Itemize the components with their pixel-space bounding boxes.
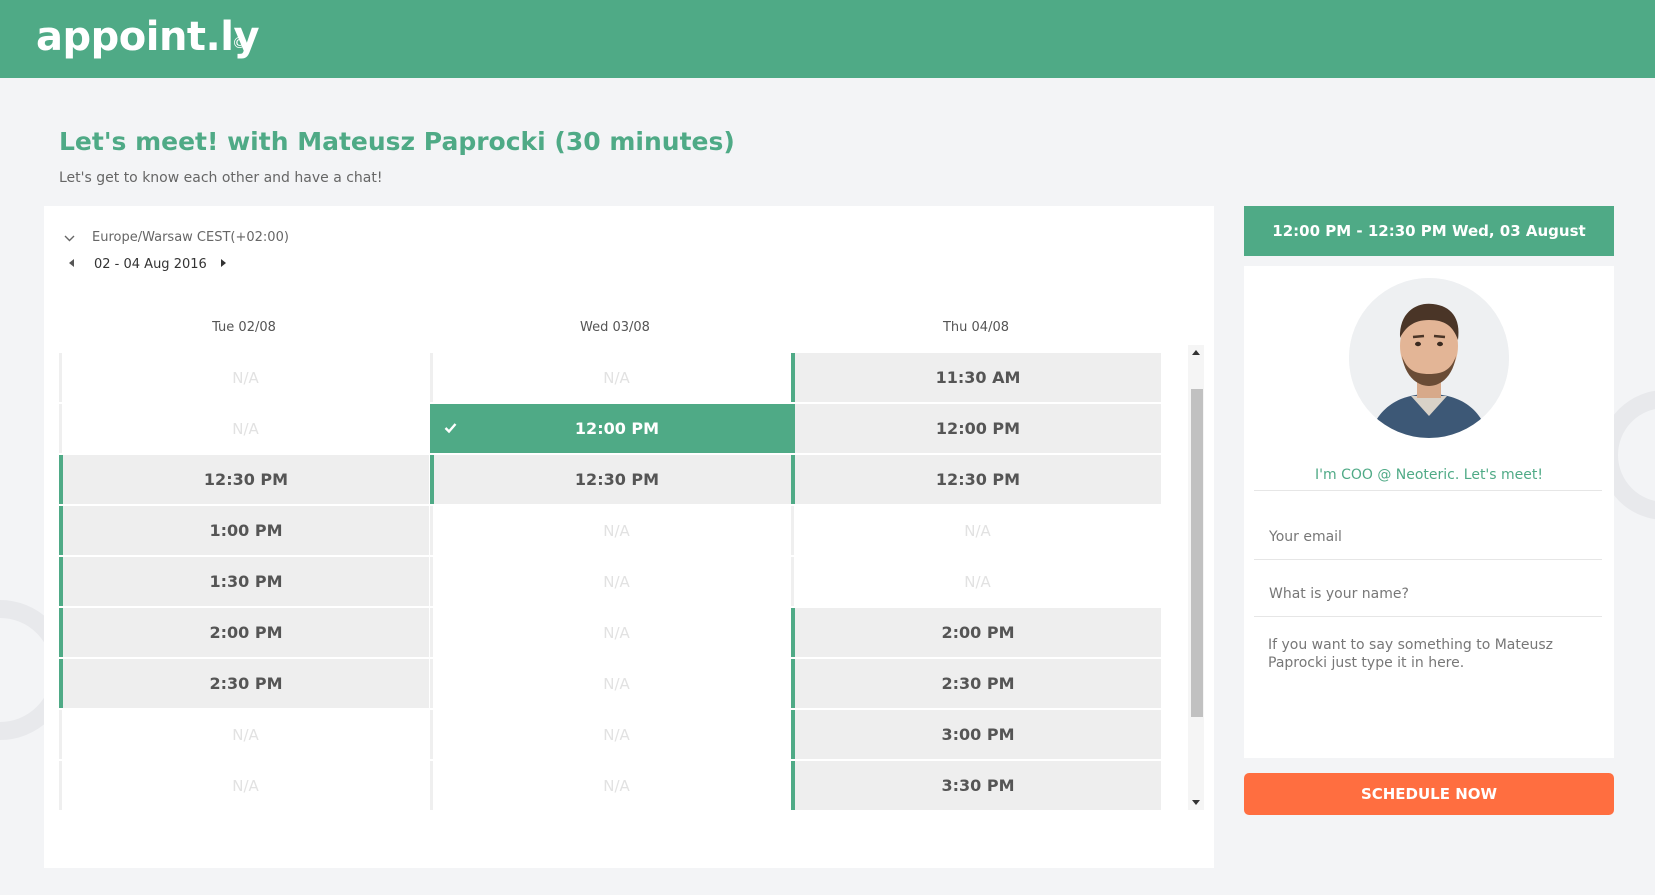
- time-slot-unavailable: N/A: [430, 710, 800, 759]
- time-slot-label: N/A: [964, 572, 991, 591]
- caret-left-icon[interactable]: [69, 259, 74, 270]
- time-slot-label: N/A: [603, 725, 630, 744]
- name-field[interactable]: [1254, 572, 1604, 616]
- time-slot-unavailable: N/A: [430, 353, 800, 402]
- time-slot-unavailable: N/A: [430, 506, 800, 555]
- time-slot-label: 1:00 PM: [209, 521, 283, 540]
- time-slot-label: 12:30 PM: [574, 470, 660, 489]
- time-slot-label: 3:30 PM: [941, 776, 1015, 795]
- booking-form: I'm COO @ Neoteric. Let's meet!: [1244, 266, 1614, 758]
- time-slot-label: N/A: [964, 521, 991, 540]
- host-bio: I'm COO @ Neoteric. Let's meet!: [1315, 467, 1543, 483]
- time-slot-unavailable: N/A: [430, 659, 800, 708]
- time-slot[interactable]: 12:30 PM: [59, 455, 429, 504]
- time-slot[interactable]: 2:30 PM: [59, 659, 429, 708]
- caret-right-icon[interactable]: [220, 259, 226, 270]
- time-slot-unavailable: N/A: [430, 608, 800, 657]
- time-slot-label: N/A: [603, 674, 630, 693]
- time-slot-unavailable: N/A: [430, 761, 800, 810]
- chevron-down-icon: [64, 231, 92, 245]
- time-slot-label: 2:30 PM: [209, 674, 283, 693]
- email-field[interactable]: [1254, 515, 1604, 559]
- divider: [1254, 490, 1602, 491]
- time-slot-label: N/A: [603, 368, 630, 387]
- time-slot-unavailable: N/A: [59, 710, 429, 759]
- time-slot-label: N/A: [603, 623, 630, 642]
- copyright-mark: ©: [232, 34, 247, 52]
- time-slot-unavailable: N/A: [59, 353, 429, 402]
- message-field[interactable]: [1254, 636, 1604, 746]
- day-header-thu: Thu 04/08: [942, 320, 1009, 335]
- time-slot-label: 12:00 PM: [574, 419, 660, 438]
- timezone-label: Europe/Warsaw CEST(+02:00): [92, 230, 289, 245]
- time-slot[interactable]: 1:30 PM: [59, 557, 429, 606]
- time-slot-label: 11:30 AM: [935, 368, 1021, 387]
- logo[interactable]: appoint.ly: [36, 14, 260, 60]
- time-slot-label: N/A: [603, 776, 630, 795]
- divider: [1254, 616, 1602, 617]
- time-slot[interactable]: 2:30 PM: [791, 659, 1161, 708]
- time-slot[interactable]: 2:00 PM: [791, 608, 1161, 657]
- time-slot-unavailable: N/A: [430, 557, 800, 606]
- time-slot[interactable]: 3:30 PM: [791, 761, 1161, 810]
- time-slot-unavailable: N/A: [59, 404, 429, 453]
- page-subtitle: Let's get to know each other and have a …: [59, 170, 383, 186]
- time-slot-label: N/A: [232, 368, 259, 387]
- schedule-now-button[interactable]: SCHEDULE NOW: [1244, 773, 1614, 815]
- time-slot-label: N/A: [603, 521, 630, 540]
- page-title: Let's meet! with Mateusz Paprocki (30 mi…: [59, 127, 735, 156]
- scroll-down-icon[interactable]: [1192, 800, 1200, 805]
- time-slot-label: 12:30 PM: [935, 470, 1021, 489]
- date-range-nav: 02 - 04 Aug 2016: [64, 257, 226, 272]
- time-slot-label: N/A: [232, 725, 259, 744]
- time-slot[interactable]: 2:00 PM: [59, 608, 429, 657]
- day-header-tue: Tue 02/08: [212, 320, 276, 335]
- time-slot[interactable]: 1:00 PM: [59, 506, 429, 555]
- selected-time-summary: 12:00 PM - 12:30 PM Wed, 03 August: [1244, 206, 1614, 256]
- time-slot-unavailable: N/A: [791, 557, 1161, 606]
- time-slot-label: N/A: [232, 776, 259, 795]
- time-slot-label: 12:30 PM: [203, 470, 289, 489]
- time-slot-label: 2:00 PM: [209, 623, 283, 642]
- slots-scrollbar[interactable]: [1188, 345, 1204, 810]
- check-icon: [444, 423, 457, 434]
- time-slot-label: 12:00 PM: [935, 419, 1021, 438]
- time-slots-grid[interactable]: N/A N/A 12:30 PM 1:00 PM 1:30 PM 2:00 PM 2:30 …: [59, 345, 1189, 810]
- date-range-label: 02 - 04 Aug 2016: [94, 257, 207, 272]
- time-slot-unavailable: N/A: [791, 506, 1161, 555]
- scroll-up-icon[interactable]: [1192, 350, 1200, 355]
- time-slot[interactable]: 11:30 AM: [791, 353, 1161, 402]
- time-slot-selected[interactable]: 12:00 PM: [430, 404, 800, 453]
- time-slot[interactable]: 12:00 PM: [791, 404, 1161, 453]
- time-slot[interactable]: 12:30 PM: [791, 455, 1161, 504]
- divider: [1254, 559, 1602, 560]
- time-slot[interactable]: 3:00 PM: [791, 710, 1161, 759]
- time-slot[interactable]: 12:30 PM: [430, 455, 800, 504]
- day-header-wed: Wed 03/08: [580, 320, 650, 335]
- time-slot-label: 2:30 PM: [941, 674, 1015, 693]
- time-slot-label: 2:00 PM: [941, 623, 1015, 642]
- top-bar: appoint.ly ©: [0, 0, 1655, 78]
- calendar-card: Europe/Warsaw CEST(+02:00) 02 - 04 Aug 2…: [44, 206, 1214, 868]
- scroll-thumb[interactable]: [1191, 389, 1203, 717]
- time-slot-label: N/A: [232, 419, 259, 438]
- time-slot-label: 1:30 PM: [209, 572, 283, 591]
- time-slot-label: 3:00 PM: [941, 725, 1015, 744]
- time-slot-unavailable: N/A: [59, 761, 429, 810]
- timezone-selector[interactable]: Europe/Warsaw CEST(+02:00): [64, 230, 289, 245]
- host-avatar: [1349, 278, 1509, 438]
- time-slot-label: N/A: [603, 572, 630, 591]
